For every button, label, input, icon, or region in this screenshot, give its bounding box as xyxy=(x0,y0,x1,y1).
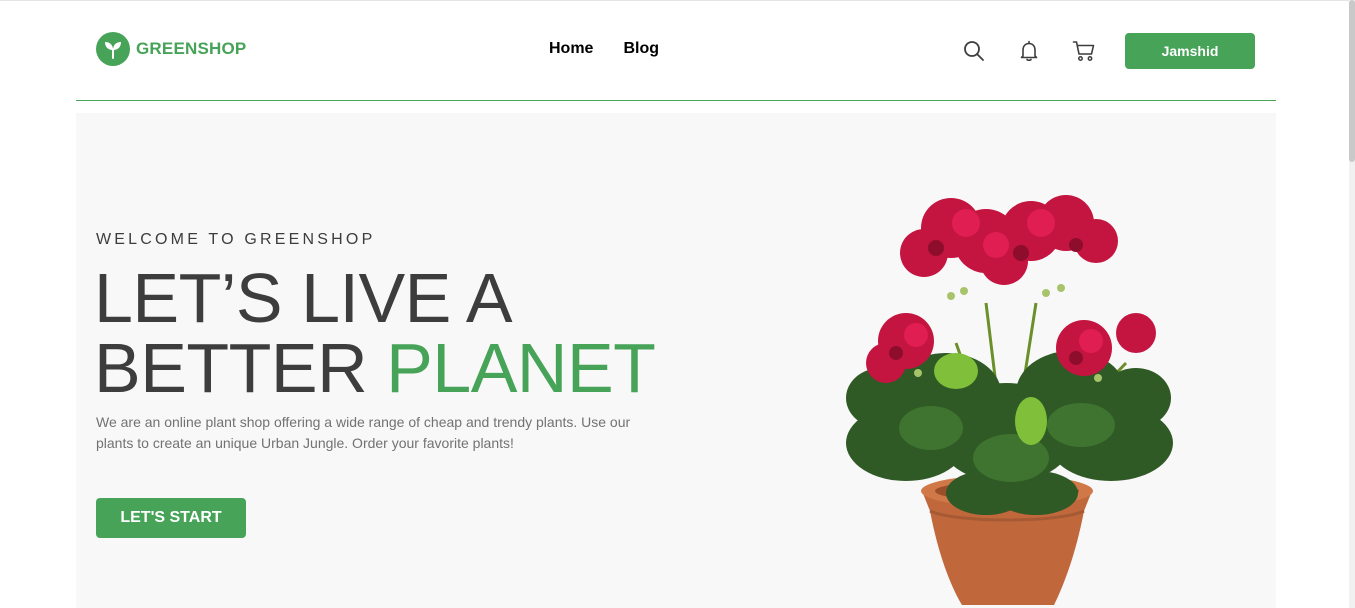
hero-eyebrow: WELCOME TO GREENSHOP xyxy=(96,231,376,248)
leaf-logo-icon xyxy=(96,32,130,66)
user-account-button[interactable]: Jamshid xyxy=(1125,33,1255,69)
bell-icon[interactable] xyxy=(1015,37,1043,65)
site-header: GREENSHOP Home Blog Jamshid xyxy=(76,0,1276,101)
lets-start-button[interactable]: LET'S START xyxy=(96,498,246,538)
scrollbar-thumb[interactable] xyxy=(1349,0,1355,162)
headline-line-2: BETTER xyxy=(94,329,387,407)
brand-name: GREENSHOP xyxy=(136,39,247,58)
main-nav: Home Blog xyxy=(549,40,659,58)
cart-icon[interactable] xyxy=(1070,37,1098,65)
plant-image xyxy=(846,195,1173,605)
headline-accent: PLANET xyxy=(386,329,656,407)
hero-banner: WELCOME TO GREENSHOP LET’S LIVE A BETTER… xyxy=(76,113,1276,608)
headline-line-1: LET’S LIVE A xyxy=(94,259,513,337)
nav-blog-link[interactable]: Blog xyxy=(623,40,659,58)
scrollbar[interactable] xyxy=(1349,0,1355,608)
hero-headline: LET’S LIVE A BETTER PLANET xyxy=(94,263,714,403)
nav-home-link[interactable]: Home xyxy=(549,40,593,58)
search-icon[interactable] xyxy=(960,37,988,65)
hero-description: We are an online plant shop offering a w… xyxy=(96,414,631,451)
brand-logo[interactable]: GREENSHOP xyxy=(96,32,246,66)
header-actions xyxy=(960,37,1098,65)
